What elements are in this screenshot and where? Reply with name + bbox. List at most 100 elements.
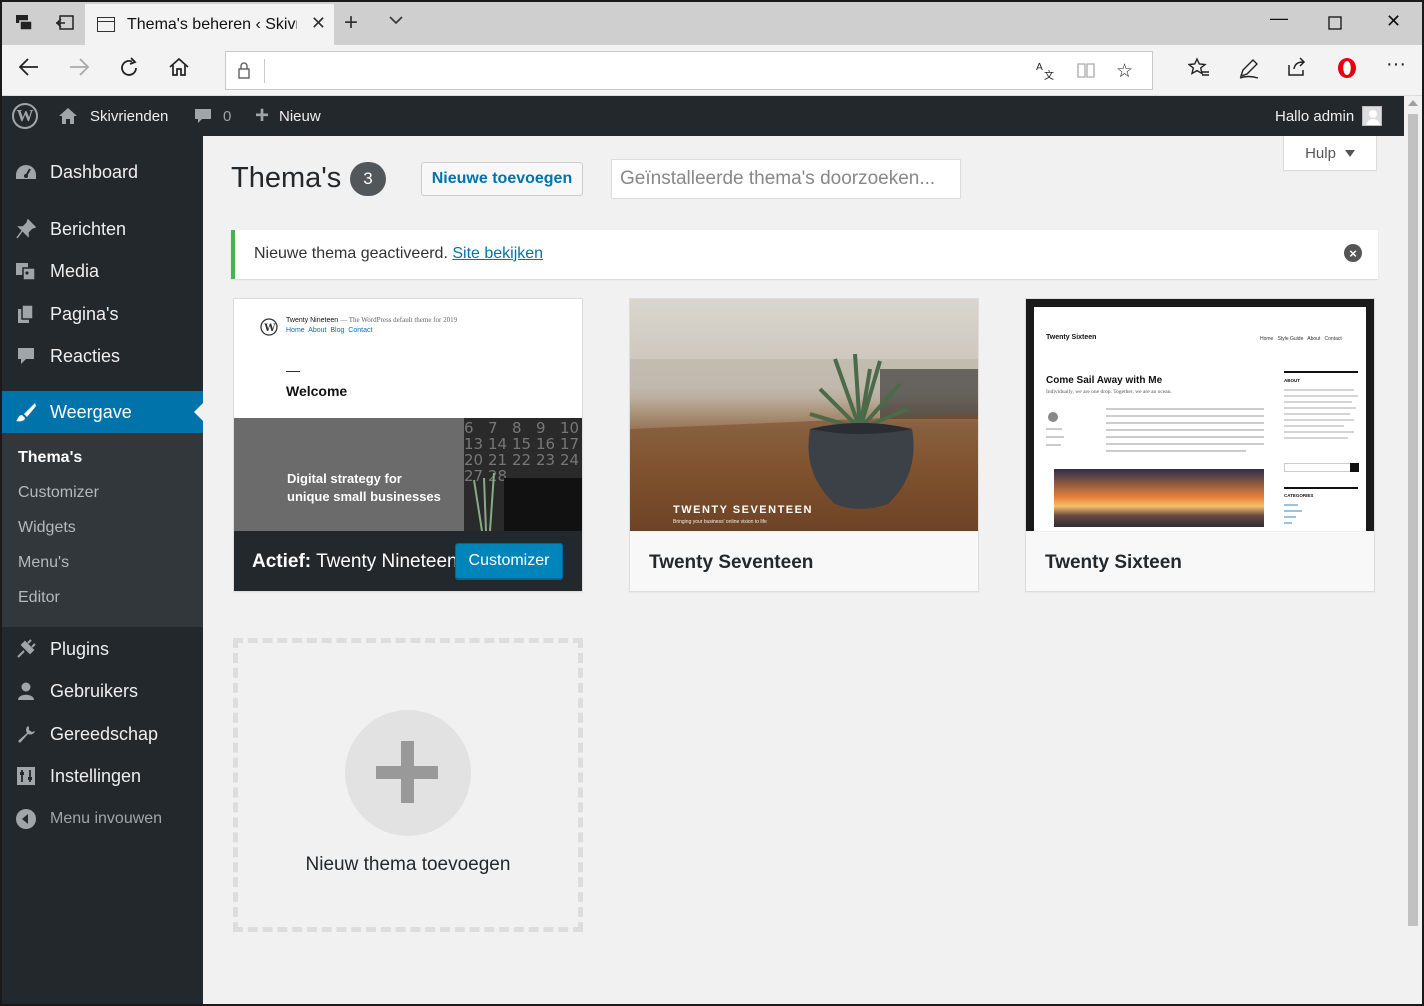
- menu-weergave[interactable]: Weergave: [2, 391, 203, 433]
- svg-text:文: 文: [1044, 69, 1054, 80]
- pen-icon[interactable]: [1238, 57, 1260, 85]
- home-icon[interactable]: [168, 57, 190, 83]
- close-tab-icon[interactable]: ✕: [311, 13, 326, 34]
- t16-page: Twenty Sixteen Home Style Guide About Co…: [1034, 307, 1366, 531]
- menu-label: Menu invouwen: [50, 810, 163, 827]
- site-name-link[interactable]: Skivrienden: [58, 96, 168, 136]
- t16-post-title: Come Sail Away with Me: [1046, 375, 1163, 386]
- menu-plugins[interactable]: Plugins: [2, 628, 203, 670]
- window-close-icon[interactable]: ✕: [1386, 11, 1401, 32]
- submenu-editor[interactable]: Editor: [18, 589, 60, 607]
- maximize-icon[interactable]: [1328, 14, 1342, 35]
- t16-site-title: Twenty Sixteen: [1046, 334, 1097, 341]
- t19-divider: [286, 371, 300, 372]
- t16-sidebar-rule: [1284, 487, 1358, 489]
- theme-screenshot[interactable]: Twenty Sixteen Home Style Guide About Co…: [1026, 299, 1374, 531]
- new-tab-icon[interactable]: +: [344, 9, 358, 37]
- customize-button[interactable]: Customizer: [455, 543, 563, 579]
- svg-text:23: 23: [536, 451, 555, 469]
- theme-search-input[interactable]: [611, 159, 961, 199]
- menu-gereedschap[interactable]: Gereedschap: [2, 713, 203, 755]
- page-scrollbar[interactable]: [1404, 96, 1422, 1004]
- translate-icon[interactable]: A文: [1036, 60, 1056, 86]
- svg-text:A: A: [1036, 62, 1043, 73]
- my-account-link[interactable]: Hallo admin: [1275, 96, 1383, 136]
- address-toolbar: A文 ☆ ···: [2, 45, 1422, 96]
- appearance-submenu: Thema's Customizer Widgets Menu's Editor: [2, 433, 203, 627]
- minimize-icon[interactable]: —: [1270, 8, 1288, 29]
- t19-hero-text: Digital strategy for unique small busine…: [287, 471, 441, 504]
- menu-paginas[interactable]: Pagina's: [2, 293, 203, 335]
- user-icon: [15, 680, 37, 702]
- tab-bar: Thema's beheren ‹ Skivr ✕ + — ✕: [2, 2, 1422, 45]
- menu-label: Weergave: [50, 401, 132, 422]
- t16-sidebar-rule: [1284, 371, 1358, 373]
- theme-screenshot[interactable]: W Twenty Nineteen — The WordPress defaul…: [234, 299, 582, 531]
- comment-icon: [15, 345, 37, 367]
- admin-sidebar: Dashboard Berichten Media Pagina's React…: [2, 136, 203, 1004]
- tab-active[interactable]: Thema's beheren ‹ Skivr ✕: [85, 4, 334, 45]
- scroll-thumb[interactable]: [1408, 114, 1418, 926]
- lock-icon: [238, 61, 250, 79]
- brush-icon: [15, 401, 37, 423]
- notice-text: Nieuwe thema geactiveerd.: [254, 245, 448, 262]
- dismiss-icon[interactable]: ×: [1344, 244, 1362, 262]
- submenu-menus[interactable]: Menu's: [18, 554, 69, 572]
- view-site-link[interactable]: Site bekijken: [452, 245, 543, 262]
- add-new-theme-button[interactable]: Nieuwe toevoegen: [421, 162, 583, 196]
- share-icon[interactable]: [1286, 57, 1308, 83]
- main-content: Hulp Thema's 3 Nieuwe toevoegen Nieuwe t…: [203, 136, 1404, 1004]
- t16-sidebar-text: [1284, 389, 1358, 439]
- forward-icon[interactable]: [68, 57, 90, 83]
- menu-berichten[interactable]: Berichten: [2, 208, 203, 250]
- wordpress-icon: W: [260, 318, 278, 336]
- theme-name-bar: Twenty Seventeen: [630, 531, 978, 591]
- avatar: [1362, 106, 1383, 126]
- theme-name-bar: Twenty Sixteen: [1026, 531, 1374, 591]
- menu-collapse[interactable]: Menu invouwen: [2, 798, 203, 840]
- opera-extension-icon[interactable]: [1336, 56, 1358, 86]
- comments-count: 0: [223, 107, 232, 125]
- theme-card-twenty-nineteen[interactable]: W Twenty Nineteen — The WordPress defaul…: [233, 298, 583, 592]
- submenu-themas[interactable]: Thema's: [18, 449, 82, 467]
- plus-icon: [345, 710, 471, 836]
- back-icon[interactable]: [18, 57, 40, 83]
- refresh-icon[interactable]: [118, 57, 140, 85]
- menu-label: Gebruikers: [50, 680, 139, 701]
- theme-card-twenty-sixteen[interactable]: Twenty Sixteen Home Style Guide About Co…: [1025, 298, 1375, 592]
- new-content-link[interactable]: + Nieuw: [255, 96, 321, 136]
- t16-search-button: [1350, 463, 1359, 472]
- t17-title: TWENTY SEVENTEEN: [673, 504, 813, 516]
- reading-view-icon[interactable]: [1076, 60, 1096, 86]
- menu-reacties[interactable]: Reacties: [2, 335, 203, 377]
- menu-dashboard[interactable]: Dashboard: [2, 151, 203, 193]
- scroll-up-icon[interactable]: [1408, 100, 1418, 106]
- menu-instellingen[interactable]: Instellingen: [2, 755, 203, 797]
- chevron-down-icon[interactable]: [388, 12, 406, 30]
- add-new-theme-tile[interactable]: Nieuw thema toevoegen: [233, 638, 583, 932]
- comments-link[interactable]: 0: [193, 96, 231, 136]
- more-icon[interactable]: ···: [1386, 53, 1406, 76]
- menu-label: Gereedschap: [50, 723, 159, 744]
- t19-header-area: W Twenty Nineteen — The WordPress defaul…: [234, 299, 582, 418]
- help-tab-button[interactable]: Hulp: [1283, 136, 1377, 171]
- menu-label: Media: [50, 260, 100, 281]
- page-icon: [97, 17, 115, 32]
- caret-down-icon: [1344, 149, 1355, 157]
- theme-screenshot[interactable]: TWENTY SEVENTEEN Bringing your business'…: [630, 299, 978, 531]
- menu-media[interactable]: Media: [2, 250, 203, 292]
- address-bar[interactable]: A文 ☆: [225, 51, 1153, 90]
- theme-card-twenty-seventeen[interactable]: TWENTY SEVENTEEN Bringing your business'…: [629, 298, 979, 592]
- submenu-widgets[interactable]: Widgets: [18, 519, 76, 537]
- dashboard-icon: [15, 161, 37, 183]
- url-input[interactable]: [270, 56, 1030, 86]
- menu-gebruikers[interactable]: Gebruikers: [2, 670, 203, 712]
- menu-label: Instellingen: [50, 765, 142, 786]
- set-aside-tabs-icon[interactable]: [52, 10, 78, 36]
- favorites-icon[interactable]: [1187, 57, 1210, 83]
- submenu-customizer[interactable]: Customizer: [18, 484, 99, 502]
- wp-logo-icon[interactable]: W: [12, 96, 38, 136]
- theme-name: Twenty Seventeen: [649, 552, 814, 573]
- favorite-star-icon[interactable]: ☆: [1116, 60, 1133, 83]
- tab-manager-icon[interactable]: [12, 10, 38, 36]
